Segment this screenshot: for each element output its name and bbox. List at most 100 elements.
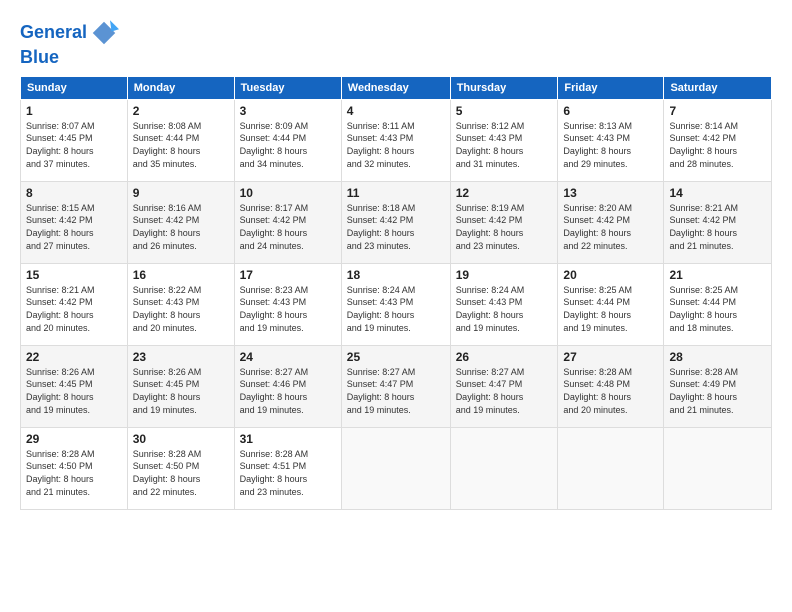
calendar-cell: 5 Sunrise: 8:12 AM Sunset: 4:43 PM Dayli… bbox=[450, 99, 558, 181]
calendar-week-2: 8 Sunrise: 8:15 AM Sunset: 4:42 PM Dayli… bbox=[21, 181, 772, 263]
header: General Blue bbox=[20, 18, 772, 68]
day-number: 28 bbox=[669, 350, 766, 364]
calendar-cell: 2 Sunrise: 8:08 AM Sunset: 4:44 PM Dayli… bbox=[127, 99, 234, 181]
day-detail: Sunrise: 8:07 AM Sunset: 4:45 PM Dayligh… bbox=[26, 120, 122, 170]
day-detail: Sunrise: 8:21 AM Sunset: 4:42 PM Dayligh… bbox=[669, 202, 766, 252]
day-detail: Sunrise: 8:11 AM Sunset: 4:43 PM Dayligh… bbox=[347, 120, 445, 170]
day-number: 3 bbox=[240, 104, 336, 118]
logo-text: General bbox=[20, 23, 87, 43]
logo-general: General bbox=[20, 22, 87, 42]
day-detail: Sunrise: 8:25 AM Sunset: 4:44 PM Dayligh… bbox=[669, 284, 766, 334]
logo-blue: Blue bbox=[20, 48, 119, 68]
calendar-cell: 7 Sunrise: 8:14 AM Sunset: 4:42 PM Dayli… bbox=[664, 99, 772, 181]
day-number: 1 bbox=[26, 104, 122, 118]
calendar-cell: 15 Sunrise: 8:21 AM Sunset: 4:42 PM Dayl… bbox=[21, 263, 128, 345]
calendar-cell: 24 Sunrise: 8:27 AM Sunset: 4:46 PM Dayl… bbox=[234, 345, 341, 427]
day-number: 9 bbox=[133, 186, 229, 200]
calendar-week-1: 1 Sunrise: 8:07 AM Sunset: 4:45 PM Dayli… bbox=[21, 99, 772, 181]
calendar-cell: 25 Sunrise: 8:27 AM Sunset: 4:47 PM Dayl… bbox=[341, 345, 450, 427]
day-number: 5 bbox=[456, 104, 553, 118]
day-detail: Sunrise: 8:17 AM Sunset: 4:42 PM Dayligh… bbox=[240, 202, 336, 252]
day-detail: Sunrise: 8:09 AM Sunset: 4:44 PM Dayligh… bbox=[240, 120, 336, 170]
day-number: 11 bbox=[347, 186, 445, 200]
day-number: 19 bbox=[456, 268, 553, 282]
day-detail: Sunrise: 8:23 AM Sunset: 4:43 PM Dayligh… bbox=[240, 284, 336, 334]
logo-icon bbox=[89, 18, 119, 48]
day-detail: Sunrise: 8:27 AM Sunset: 4:47 PM Dayligh… bbox=[347, 366, 445, 416]
header-day-friday: Friday bbox=[558, 76, 664, 99]
calendar-cell bbox=[558, 427, 664, 509]
calendar-cell: 22 Sunrise: 8:26 AM Sunset: 4:45 PM Dayl… bbox=[21, 345, 128, 427]
calendar-week-3: 15 Sunrise: 8:21 AM Sunset: 4:42 PM Dayl… bbox=[21, 263, 772, 345]
day-number: 8 bbox=[26, 186, 122, 200]
day-number: 4 bbox=[347, 104, 445, 118]
day-detail: Sunrise: 8:26 AM Sunset: 4:45 PM Dayligh… bbox=[133, 366, 229, 416]
day-detail: Sunrise: 8:28 AM Sunset: 4:51 PM Dayligh… bbox=[240, 448, 336, 498]
calendar-week-5: 29 Sunrise: 8:28 AM Sunset: 4:50 PM Dayl… bbox=[21, 427, 772, 509]
day-number: 26 bbox=[456, 350, 553, 364]
day-detail: Sunrise: 8:27 AM Sunset: 4:46 PM Dayligh… bbox=[240, 366, 336, 416]
calendar-cell bbox=[341, 427, 450, 509]
calendar-cell: 27 Sunrise: 8:28 AM Sunset: 4:48 PM Dayl… bbox=[558, 345, 664, 427]
day-number: 21 bbox=[669, 268, 766, 282]
calendar-cell: 26 Sunrise: 8:27 AM Sunset: 4:47 PM Dayl… bbox=[450, 345, 558, 427]
day-number: 20 bbox=[563, 268, 658, 282]
header-day-thursday: Thursday bbox=[450, 76, 558, 99]
day-detail: Sunrise: 8:28 AM Sunset: 4:50 PM Dayligh… bbox=[133, 448, 229, 498]
header-day-saturday: Saturday bbox=[664, 76, 772, 99]
day-number: 12 bbox=[456, 186, 553, 200]
calendar-cell: 8 Sunrise: 8:15 AM Sunset: 4:42 PM Dayli… bbox=[21, 181, 128, 263]
day-detail: Sunrise: 8:20 AM Sunset: 4:42 PM Dayligh… bbox=[563, 202, 658, 252]
day-number: 10 bbox=[240, 186, 336, 200]
calendar-cell bbox=[664, 427, 772, 509]
day-detail: Sunrise: 8:16 AM Sunset: 4:42 PM Dayligh… bbox=[133, 202, 229, 252]
day-number: 30 bbox=[133, 432, 229, 446]
calendar-cell: 18 Sunrise: 8:24 AM Sunset: 4:43 PM Dayl… bbox=[341, 263, 450, 345]
page: General Blue SundayMondayTuesdayWednesda… bbox=[0, 0, 792, 520]
day-number: 7 bbox=[669, 104, 766, 118]
calendar-cell bbox=[450, 427, 558, 509]
day-detail: Sunrise: 8:22 AM Sunset: 4:43 PM Dayligh… bbox=[133, 284, 229, 334]
day-number: 31 bbox=[240, 432, 336, 446]
day-number: 27 bbox=[563, 350, 658, 364]
day-detail: Sunrise: 8:24 AM Sunset: 4:43 PM Dayligh… bbox=[456, 284, 553, 334]
calendar-cell: 6 Sunrise: 8:13 AM Sunset: 4:43 PM Dayli… bbox=[558, 99, 664, 181]
calendar-week-4: 22 Sunrise: 8:26 AM Sunset: 4:45 PM Dayl… bbox=[21, 345, 772, 427]
day-number: 24 bbox=[240, 350, 336, 364]
header-day-monday: Monday bbox=[127, 76, 234, 99]
calendar-cell: 20 Sunrise: 8:25 AM Sunset: 4:44 PM Dayl… bbox=[558, 263, 664, 345]
day-detail: Sunrise: 8:14 AM Sunset: 4:42 PM Dayligh… bbox=[669, 120, 766, 170]
day-detail: Sunrise: 8:25 AM Sunset: 4:44 PM Dayligh… bbox=[563, 284, 658, 334]
header-day-tuesday: Tuesday bbox=[234, 76, 341, 99]
calendar-cell: 29 Sunrise: 8:28 AM Sunset: 4:50 PM Dayl… bbox=[21, 427, 128, 509]
day-number: 2 bbox=[133, 104, 229, 118]
calendar-cell: 21 Sunrise: 8:25 AM Sunset: 4:44 PM Dayl… bbox=[664, 263, 772, 345]
day-detail: Sunrise: 8:18 AM Sunset: 4:42 PM Dayligh… bbox=[347, 202, 445, 252]
day-number: 25 bbox=[347, 350, 445, 364]
day-number: 13 bbox=[563, 186, 658, 200]
day-detail: Sunrise: 8:27 AM Sunset: 4:47 PM Dayligh… bbox=[456, 366, 553, 416]
day-detail: Sunrise: 8:28 AM Sunset: 4:48 PM Dayligh… bbox=[563, 366, 658, 416]
day-detail: Sunrise: 8:15 AM Sunset: 4:42 PM Dayligh… bbox=[26, 202, 122, 252]
day-detail: Sunrise: 8:28 AM Sunset: 4:50 PM Dayligh… bbox=[26, 448, 122, 498]
day-detail: Sunrise: 8:24 AM Sunset: 4:43 PM Dayligh… bbox=[347, 284, 445, 334]
calendar-cell: 11 Sunrise: 8:18 AM Sunset: 4:42 PM Dayl… bbox=[341, 181, 450, 263]
day-number: 17 bbox=[240, 268, 336, 282]
day-detail: Sunrise: 8:19 AM Sunset: 4:42 PM Dayligh… bbox=[456, 202, 553, 252]
day-detail: Sunrise: 8:21 AM Sunset: 4:42 PM Dayligh… bbox=[26, 284, 122, 334]
day-detail: Sunrise: 8:12 AM Sunset: 4:43 PM Dayligh… bbox=[456, 120, 553, 170]
calendar-cell: 19 Sunrise: 8:24 AM Sunset: 4:43 PM Dayl… bbox=[450, 263, 558, 345]
day-detail: Sunrise: 8:26 AM Sunset: 4:45 PM Dayligh… bbox=[26, 366, 122, 416]
calendar-cell: 4 Sunrise: 8:11 AM Sunset: 4:43 PM Dayli… bbox=[341, 99, 450, 181]
calendar-cell: 9 Sunrise: 8:16 AM Sunset: 4:42 PM Dayli… bbox=[127, 181, 234, 263]
day-number: 14 bbox=[669, 186, 766, 200]
day-number: 6 bbox=[563, 104, 658, 118]
calendar-cell: 31 Sunrise: 8:28 AM Sunset: 4:51 PM Dayl… bbox=[234, 427, 341, 509]
calendar-cell: 3 Sunrise: 8:09 AM Sunset: 4:44 PM Dayli… bbox=[234, 99, 341, 181]
logo: General Blue bbox=[20, 18, 119, 68]
day-number: 18 bbox=[347, 268, 445, 282]
calendar-cell: 14 Sunrise: 8:21 AM Sunset: 4:42 PM Dayl… bbox=[664, 181, 772, 263]
calendar-cell: 1 Sunrise: 8:07 AM Sunset: 4:45 PM Dayli… bbox=[21, 99, 128, 181]
calendar-cell: 28 Sunrise: 8:28 AM Sunset: 4:49 PM Dayl… bbox=[664, 345, 772, 427]
day-detail: Sunrise: 8:28 AM Sunset: 4:49 PM Dayligh… bbox=[669, 366, 766, 416]
